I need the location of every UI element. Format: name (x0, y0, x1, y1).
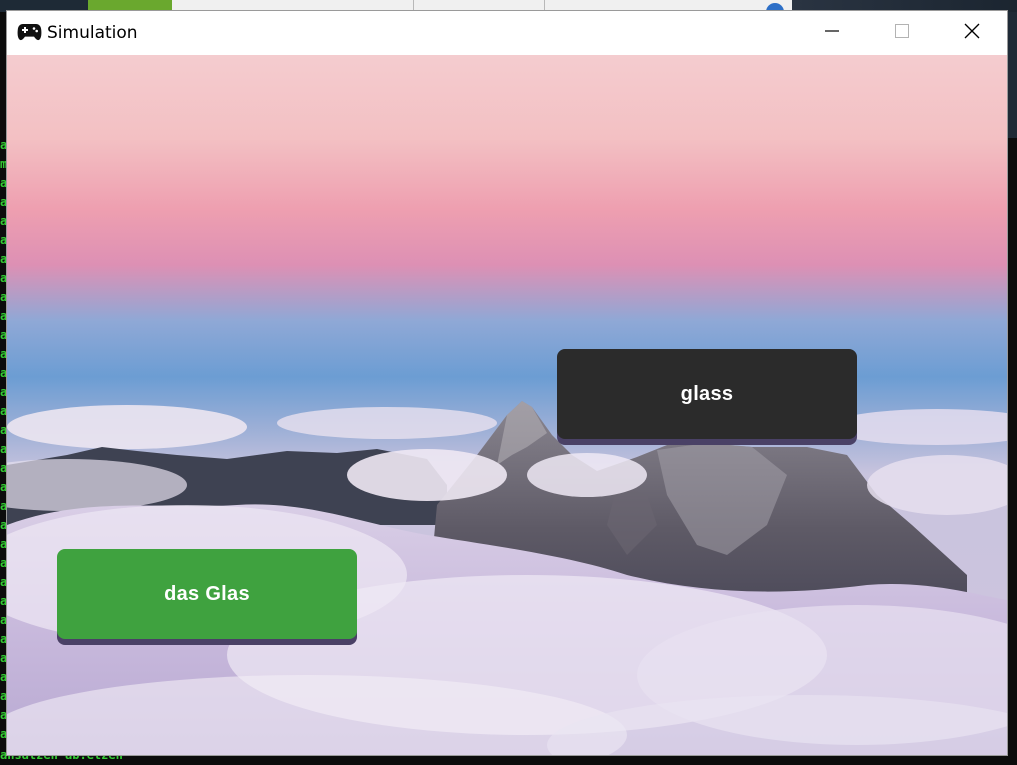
desktop-wallpaper (1007, 12, 1017, 138)
answer-card-english[interactable]: glass (557, 349, 857, 439)
window-title: Simulation (47, 23, 138, 43)
maximize-icon (894, 23, 910, 44)
close-icon (964, 23, 980, 44)
simulation-window: Simulation glass das Glas (7, 11, 1007, 755)
mountain-sky-background (7, 55, 1007, 755)
answer-card-german[interactable]: das Glas (57, 549, 357, 639)
minimize-icon (825, 24, 839, 43)
minimize-button[interactable] (797, 11, 867, 55)
title-bar[interactable]: Simulation (7, 11, 1007, 55)
game-canvas[interactable]: glass das Glas (7, 55, 1007, 755)
close-button[interactable] (937, 11, 1007, 55)
gamepad-icon (17, 22, 42, 42)
maximize-button[interactable] (867, 11, 937, 55)
